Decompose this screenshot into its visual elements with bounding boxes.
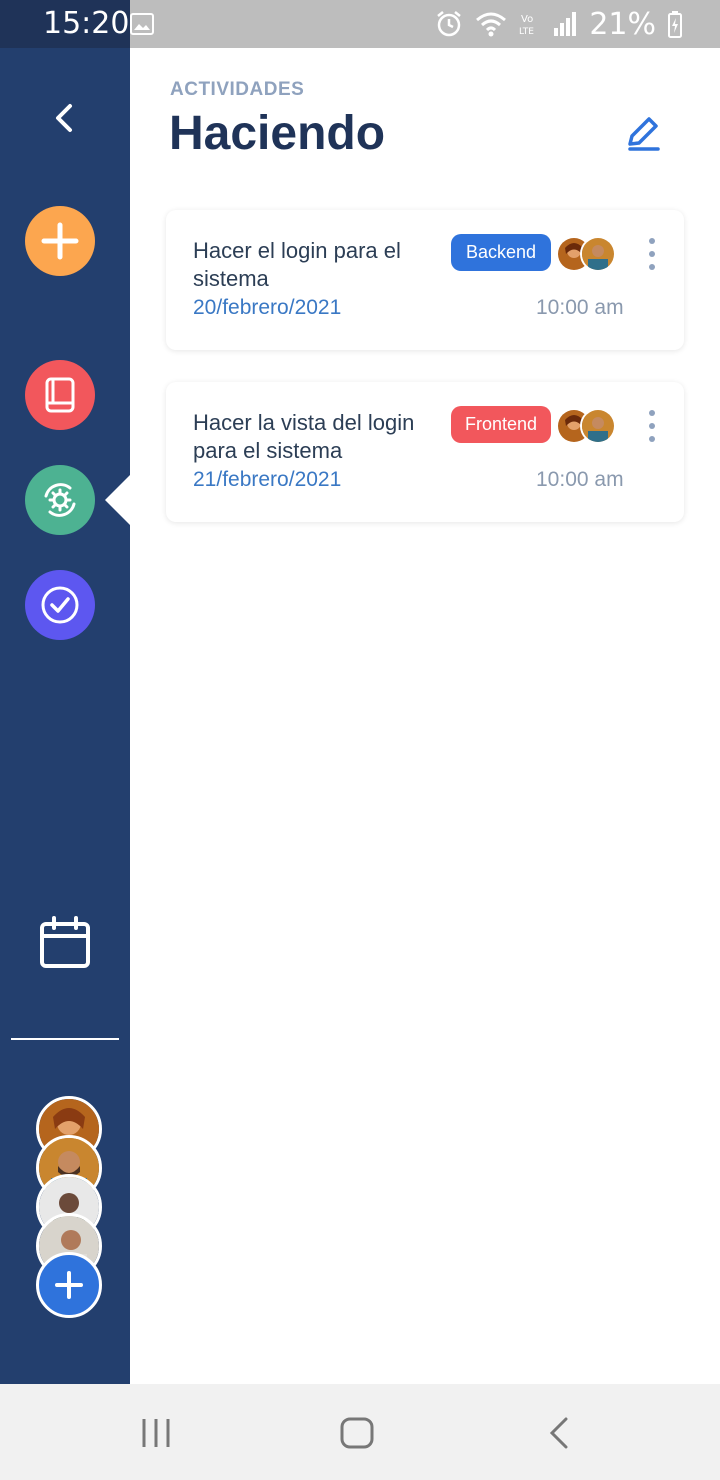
- add-member-button[interactable]: [36, 1252, 102, 1318]
- check-circle-icon: [41, 586, 79, 624]
- plus-icon: [41, 222, 79, 260]
- calendar-icon[interactable]: [38, 916, 92, 970]
- avatar: [580, 408, 616, 444]
- gear-cycle-icon: [44, 483, 76, 517]
- doing-button[interactable]: [25, 465, 95, 535]
- backlog-button[interactable]: [25, 360, 95, 430]
- done-button[interactable]: [25, 570, 95, 640]
- home-icon[interactable]: [340, 1417, 374, 1449]
- book-icon: [45, 377, 75, 413]
- task-card[interactable]: Hacer el login para el sistema Backend 2…: [166, 210, 684, 350]
- recents-icon[interactable]: [140, 1417, 172, 1449]
- alarm-icon: [437, 11, 462, 37]
- task-title: Hacer la vista del login para el sistema: [193, 410, 415, 463]
- task-tag[interactable]: Frontend: [451, 406, 551, 443]
- signal-icon: [554, 12, 577, 36]
- wifi-icon: [476, 12, 507, 37]
- task-date: 20/febrero/2021: [193, 296, 342, 319]
- avatar: [580, 236, 616, 272]
- screen: 15:20 Vo LTE 21% ACTIVIDADES Haciendo Ha…: [0, 0, 720, 1480]
- sidebar: [0, 48, 130, 1384]
- system-navbar: [0, 1384, 720, 1480]
- battery-charging-icon: [668, 11, 682, 38]
- more-options-icon[interactable]: [642, 410, 662, 442]
- battery-percent: 21%: [589, 6, 656, 42]
- volte-icon: Vo LTE: [519, 14, 534, 37]
- task-tag[interactable]: Backend: [451, 234, 551, 271]
- sidebar-divider: [11, 1038, 119, 1040]
- add-activity-button[interactable]: [25, 206, 95, 276]
- status-icons: Vo LTE 21%: [435, 6, 682, 42]
- status-time: 15:20: [43, 6, 130, 41]
- chevron-left-icon[interactable]: [44, 98, 84, 138]
- task-date: 21/febrero/2021: [193, 468, 342, 491]
- task-time: 10:00 am: [536, 468, 624, 491]
- status-bar: 15:20 Vo LTE 21%: [0, 0, 720, 48]
- pencil-icon[interactable]: [622, 114, 662, 154]
- task-time: 10:00 am: [536, 296, 624, 319]
- main-content: ACTIVIDADES Haciendo Hacer el login para…: [130, 48, 720, 1384]
- plus-icon: [55, 1271, 83, 1299]
- task-card[interactable]: Hacer la vista del login para el sistema…: [166, 382, 684, 522]
- active-indicator: [105, 475, 130, 525]
- section-label: ACTIVIDADES: [170, 79, 305, 100]
- svg-text:LTE: LTE: [519, 27, 534, 37]
- back-icon[interactable]: [546, 1417, 572, 1449]
- task-title: Hacer el login para el sistema: [193, 238, 401, 291]
- more-options-icon[interactable]: [642, 238, 662, 270]
- image-icon: [130, 13, 154, 35]
- page-title: Haciendo: [169, 107, 386, 160]
- svg-text:Vo: Vo: [521, 14, 533, 25]
